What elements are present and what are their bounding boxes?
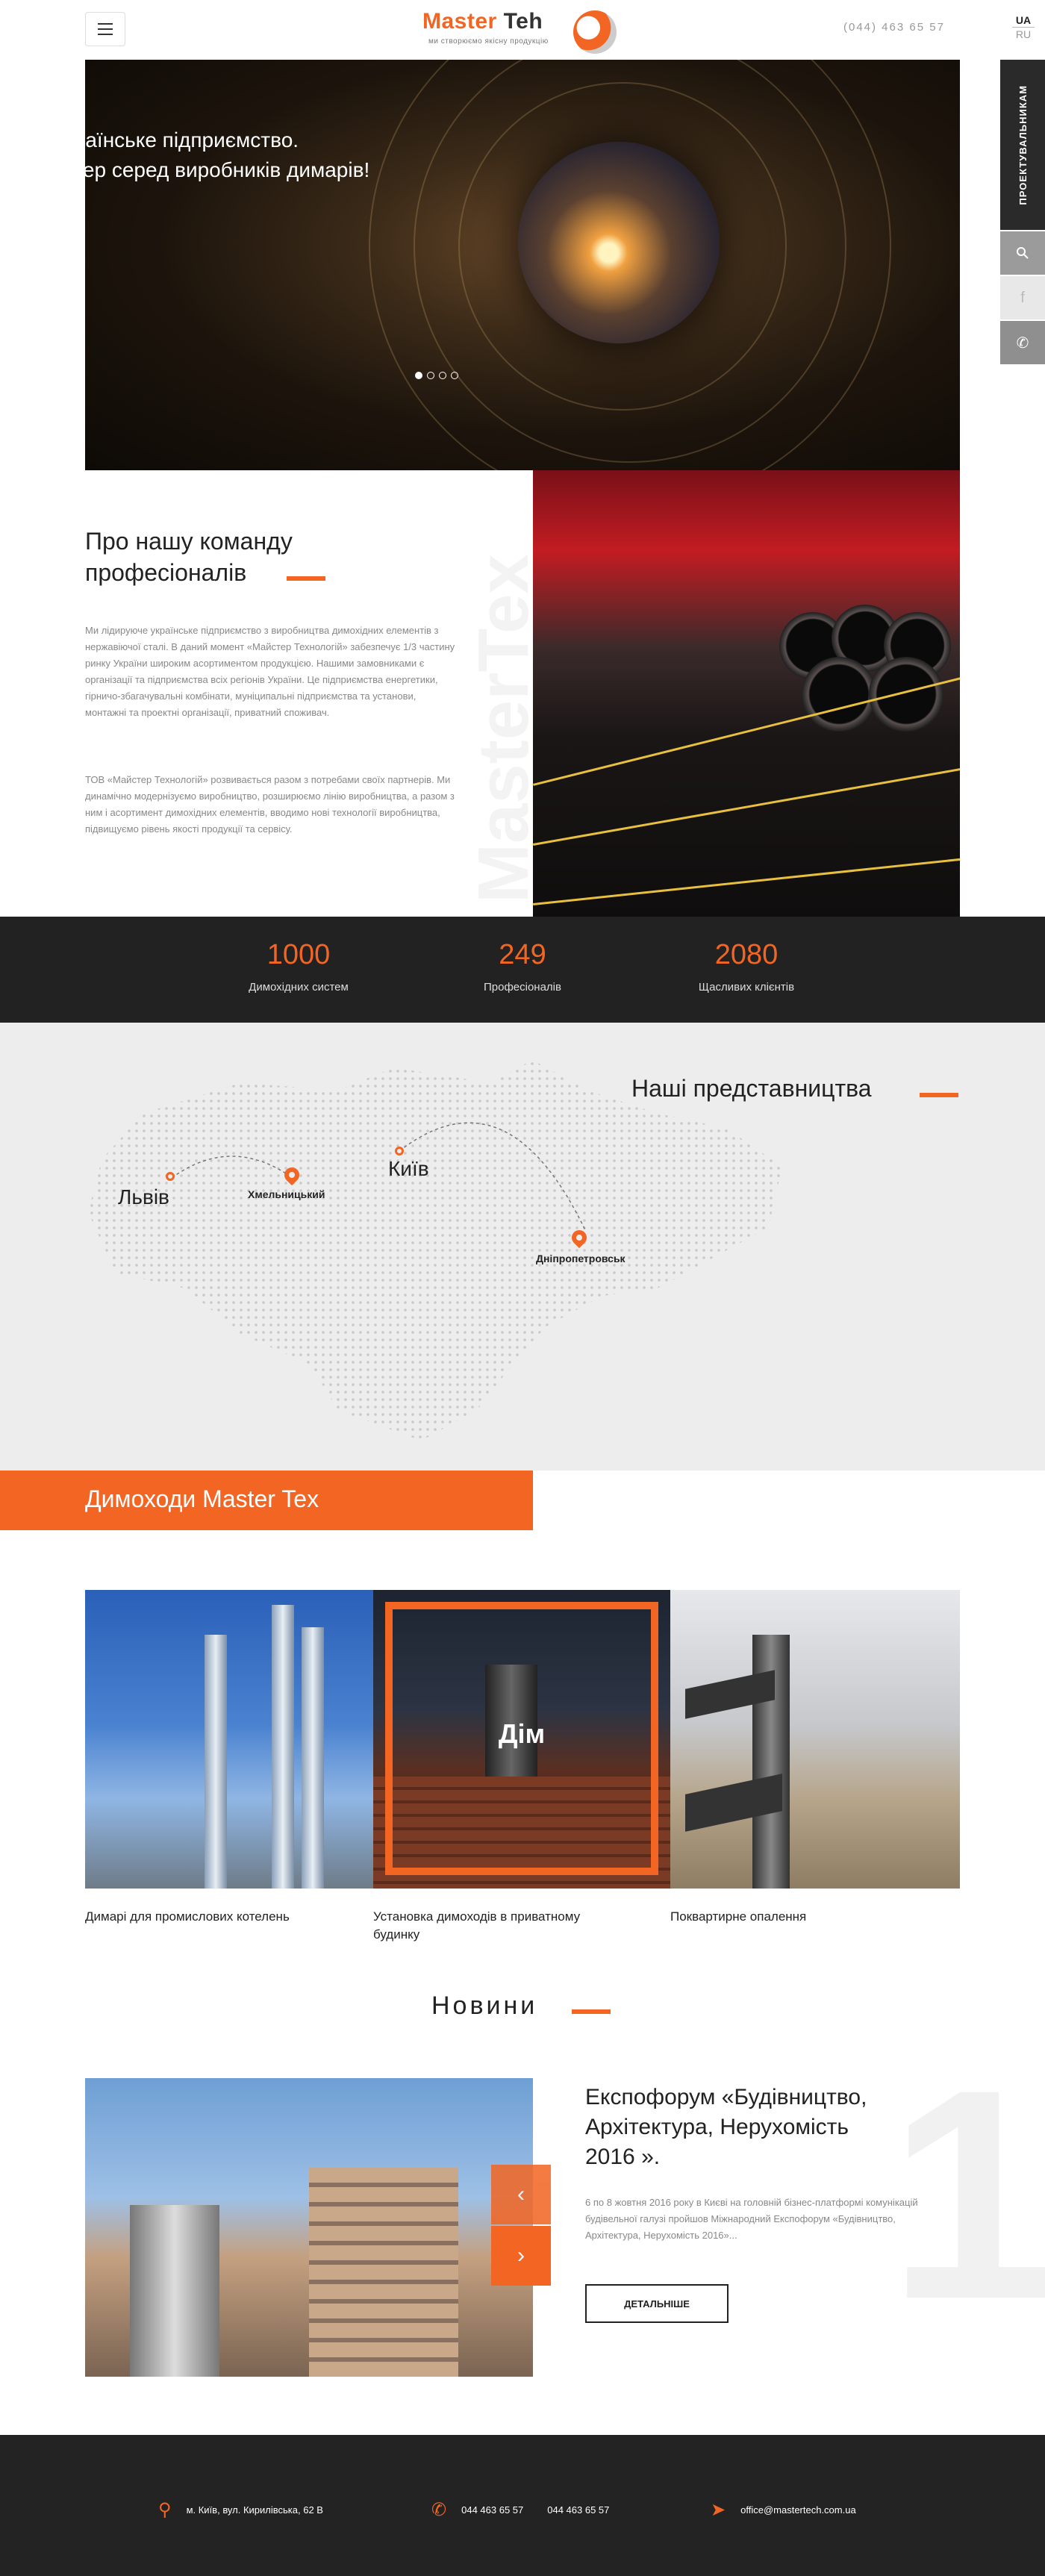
footer-email-link[interactable]: office@mastertech.com.ua: [740, 2504, 856, 2516]
card-caption[interactable]: Поквартирне опалення: [670, 1908, 909, 1926]
header-phone[interactable]: (044) 463 65 57: [843, 21, 945, 34]
map-routes: [171, 1122, 587, 1232]
chimney-pipe: [205, 1635, 227, 1889]
about-paragraph: ТОВ «Майстер Технологій» розвивається ра…: [85, 774, 455, 835]
stats-band: 1000 Димохідних систем 249 Професіоналів…: [0, 917, 1045, 1023]
facebook-button[interactable]: f: [1000, 276, 1045, 319]
lang-ru[interactable]: RU: [1012, 27, 1035, 41]
footer-address: ⚲ м. Київ, вул. Кирилівська, 62 В: [158, 2499, 323, 2521]
stat-systems: 1000 Димохідних систем: [194, 938, 403, 994]
designers-tab-label: ПРОЕКТУВАЛЬНИКАМ: [1017, 84, 1029, 205]
hero-title-line1: Українське підприємство.: [52, 128, 299, 152]
stat-clients: 2080 Щасливих клієнтів: [642, 938, 851, 994]
stat-label: Димохідних систем: [249, 981, 349, 994]
hero-dot[interactable]: [439, 372, 446, 379]
news-headline[interactable]: Експофорум «Будівництво, Архітектура, Не…: [585, 2083, 899, 2172]
paper-plane-icon: ➤: [711, 2500, 726, 2520]
hero-dots: [415, 372, 458, 379]
about-title-accent: [287, 576, 325, 581]
menu-icon-bar: [98, 28, 113, 30]
about-title: Про нашу команду професіоналів: [85, 528, 293, 586]
language-switcher[interactable]: UA RU: [1012, 13, 1035, 41]
news-next-button[interactable]: ›: [491, 2226, 551, 2286]
pipe-end: [802, 657, 876, 732]
phone-icon: ✆: [431, 2500, 447, 2520]
pipe-stripe: [533, 760, 960, 846]
phone-icon: ✆: [1016, 334, 1029, 352]
stat-number: 249: [499, 939, 546, 970]
chevron-right-icon: ›: [517, 2243, 525, 2268]
industrial-tank: [130, 2205, 219, 2377]
chimney-pipe: [302, 1627, 324, 1889]
hero-title-line2: Лідер серед виробників димарів!: [52, 158, 370, 181]
search-icon: [1017, 247, 1029, 259]
search-button[interactable]: [1000, 231, 1045, 275]
card-overlay-label: Дім: [498, 1718, 546, 1749]
news-image[interactable]: [85, 2078, 533, 2377]
footer-phone[interactable]: 044 463 65 57: [461, 2504, 523, 2516]
lang-ua[interactable]: UA: [1016, 14, 1031, 26]
location-dot-lviv[interactable]: [166, 1172, 175, 1181]
phone-button[interactable]: ✆: [1000, 321, 1045, 364]
news-excerpt: 6 по 8 жовтня 2016 року в Києві на голов…: [585, 2197, 918, 2241]
chimneys-title: Димоходи Master Tex: [85, 1485, 319, 1512]
city-lviv[interactable]: Львів: [118, 1185, 169, 1209]
hero-welder-image: [518, 142, 720, 343]
location-dot-kyiv[interactable]: [395, 1147, 404, 1156]
stat-label: Щасливих клієнтів: [698, 981, 795, 994]
page: Master Teh ми створюємо якісну продукцію…: [0, 0, 1045, 2576]
city-kyiv[interactable]: Київ: [388, 1157, 429, 1181]
building: [309, 2168, 458, 2377]
stat-number: 2080: [714, 939, 779, 970]
offices-title: Наші представництва: [631, 1075, 872, 1102]
about-paragraph: Ми лідируюче українське підприємство з в…: [85, 625, 455, 718]
stat-label: Професіоналів: [483, 981, 561, 994]
pipe-stripe: [533, 853, 960, 905]
news-prev-button[interactable]: ‹: [491, 2165, 551, 2224]
hero-dot[interactable]: [415, 372, 422, 379]
pipe-end: [869, 657, 943, 732]
city-dnipro[interactable]: Дніпропетровськ: [536, 1253, 626, 1264]
stat-professionals: 249 Професіоналів: [418, 938, 627, 994]
logo[interactable]: Master Teh ми створюємо якісну продукцію: [418, 6, 627, 54]
factory-pipes-image: [533, 470, 960, 917]
card-caption[interactable]: Димарі для промислових котелень: [85, 1908, 324, 1926]
logo-tagline: ми створюємо якісну продукцію: [428, 37, 549, 46]
chevron-left-icon: ‹: [517, 2182, 525, 2207]
city-khmelnytskyi[interactable]: Хмельницький: [248, 1188, 325, 1200]
card-apartment-heating-image[interactable]: [670, 1590, 960, 1889]
route-lviv-khmelnytskyi: [171, 1156, 293, 1179]
menu-icon-bar: [98, 34, 113, 35]
facebook-icon: f: [1020, 289, 1025, 306]
location-pin-icon: ⚲: [158, 2500, 172, 2520]
footer-address-text: м. Київ, вул. Кирилівська, 62 В: [186, 2504, 323, 2516]
card-industrial-image[interactable]: [85, 1590, 373, 1889]
footer-email: ➤ office@mastertech.com.ua: [711, 2499, 856, 2521]
chimney-pipe: [272, 1605, 294, 1889]
designers-tab[interactable]: ПРОЕКТУВАЛЬНИКАМ: [1000, 60, 1045, 230]
hero-slider[interactable]: [85, 60, 960, 470]
card-caption[interactable]: Установка димоходів в приватному будинку: [373, 1908, 612, 1944]
menu-icon-bar: [98, 23, 113, 25]
menu-button[interactable]: [85, 12, 125, 46]
stat-number: 1000: [266, 939, 331, 970]
logo-word: Master Teh: [422, 9, 543, 34]
offices-title-accent: [920, 1093, 958, 1097]
news-title-accent: [572, 2009, 611, 2014]
hero-dot[interactable]: [451, 372, 458, 379]
news-title: Новини: [431, 1992, 538, 2020]
footer-phones: ✆ 044 463 65 57 044 463 65 57: [431, 2499, 609, 2521]
hero-dot[interactable]: [427, 372, 434, 379]
hero-title: Українське підприємство. Лідер серед вир…: [52, 125, 470, 185]
footer-phone[interactable]: 044 463 65 57: [547, 2504, 609, 2516]
logo-swirl-icon: [573, 10, 617, 54]
news-details-button[interactable]: ДЕТАЛЬНІШЕ: [585, 2284, 729, 2323]
